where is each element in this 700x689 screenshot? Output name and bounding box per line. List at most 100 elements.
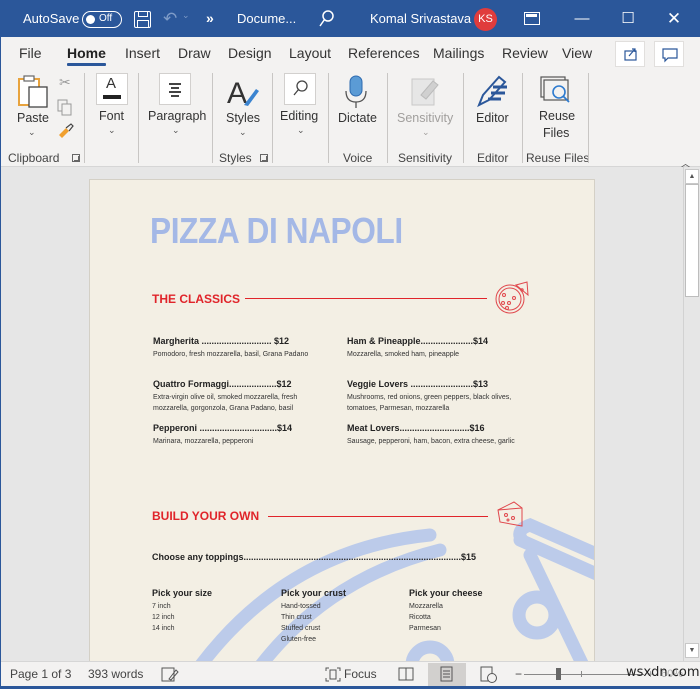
search-icon[interactable]	[319, 10, 335, 28]
tab-design[interactable]: Design	[228, 37, 272, 69]
styles-group-label: Styles	[219, 151, 252, 165]
menu-item-desc: Extra-virgin olive oil, smoked mozzarell…	[153, 394, 298, 412]
menu-item-desc: Marinara, mozzarella, pepperoni	[153, 438, 254, 445]
paste-dropdown-icon[interactable]: ⌄	[28, 127, 36, 138]
section-heading-classics: THE CLASSICS	[152, 292, 241, 306]
cheese-icon	[497, 501, 523, 527]
tab-file[interactable]: File	[19, 37, 42, 69]
menu-item-name: Meat Lovers............................$…	[347, 423, 485, 433]
tab-references[interactable]: References	[348, 37, 420, 69]
tab-home[interactable]: Home	[67, 37, 106, 69]
read-mode-button[interactable]	[387, 663, 425, 686]
menu-item-desc: Mozzarella, smoked ham, pineapple	[347, 351, 460, 358]
voice-group-label: Voice	[343, 151, 373, 165]
web-layout-button[interactable]	[469, 663, 507, 686]
document-canvas[interactable]: PIZZA DI NAPOLI THE CLASSICS Margherita …	[1, 167, 683, 661]
size-option: 14 inch	[152, 625, 175, 632]
share-button[interactable]	[615, 41, 645, 67]
editing-dropdown-icon: ⌄	[297, 125, 305, 135]
print-layout-icon	[440, 666, 453, 682]
zoom-out-button[interactable]: −	[515, 662, 522, 686]
size-options: 7 inch 12 inch 14 inch	[152, 601, 175, 634]
document-title[interactable]: Docume...	[237, 1, 296, 37]
proofing-icon[interactable]	[161, 667, 179, 682]
group-separator	[212, 73, 213, 163]
document-page[interactable]: PIZZA DI NAPOLI THE CLASSICS Margherita …	[89, 179, 595, 661]
svg-text:A: A	[227, 77, 247, 109]
format-painter-icon[interactable]	[57, 123, 75, 139]
ribbon-display-options-icon[interactable]	[524, 12, 540, 25]
paste-icon	[18, 75, 48, 108]
group-separator	[588, 73, 589, 163]
microphone-icon	[345, 75, 367, 108]
cheese-option: Mozzarella	[409, 603, 443, 610]
sensitivity-group-label: Sensitivity	[398, 151, 453, 165]
crust-heading: Pick your crust	[281, 588, 347, 598]
size-option: 7 inch	[152, 603, 171, 610]
title-bar: AutoSave Off ↶ ⌄ » Docume... Komal Sriva…	[1, 1, 700, 37]
group-separator	[522, 73, 523, 163]
cheese-option: Ricotta	[409, 614, 431, 621]
avatar[interactable]: KS	[474, 8, 497, 31]
cut-icon[interactable]: ✂	[59, 74, 71, 91]
cheese-options: Mozzarella Ricotta Parmesan	[409, 601, 443, 634]
styles-launcher-icon[interactable]	[260, 154, 268, 162]
scroll-down-button[interactable]: ▼	[685, 643, 699, 658]
autosave-state: Off	[99, 13, 113, 24]
editor-icon	[477, 75, 507, 108]
watermark: wsxdn.com	[626, 665, 700, 680]
undo-dropdown-icon[interactable]: ⌄	[182, 10, 190, 21]
word-count[interactable]: 393 words	[88, 662, 143, 686]
cheese-option: Parmesan	[409, 625, 441, 632]
tab-draw[interactable]: Draw	[178, 37, 211, 69]
reuse-files-label-2: Files	[543, 126, 570, 140]
more-commands-icon[interactable]: »	[206, 1, 214, 36]
tab-insert[interactable]: Insert	[125, 37, 160, 69]
copy-icon[interactable]	[57, 99, 73, 117]
group-separator	[463, 73, 464, 163]
font-label: Font	[99, 109, 125, 123]
font-dropdown-icon: ⌄	[108, 125, 116, 135]
find-icon	[293, 80, 308, 96]
group-separator	[138, 73, 139, 163]
reuse-files-label-1: Reuse	[539, 109, 576, 123]
editing-icon	[284, 73, 316, 105]
crust-option: Stuffed crust	[281, 625, 321, 632]
scroll-thumb[interactable]	[685, 184, 699, 297]
undo-icon[interactable]: ↶	[163, 7, 177, 31]
page-count[interactable]: Page 1 of 3	[10, 662, 71, 686]
reuse-files-icon	[540, 76, 570, 103]
editor-label: Editor	[476, 111, 509, 125]
zoom-slider-tick	[581, 671, 582, 677]
group-separator	[328, 73, 329, 163]
autosave-toggle[interactable]: Off	[82, 11, 122, 28]
print-layout-button[interactable]	[428, 663, 466, 686]
tab-layout[interactable]: Layout	[289, 37, 331, 69]
zoom-slider-thumb[interactable]	[556, 668, 561, 680]
toggle-knob	[86, 14, 95, 24]
sensitivity-icon	[411, 78, 439, 106]
tab-view[interactable]: View	[562, 37, 592, 69]
ribbon-tabs: File Home Insert Draw Design Layout Refe…	[1, 37, 700, 69]
size-heading: Pick your size	[152, 588, 213, 598]
web-layout-icon	[480, 666, 497, 683]
crust-option: Thin crust	[281, 614, 312, 621]
scroll-up-button[interactable]: ▲	[685, 169, 699, 184]
tab-review[interactable]: Review	[502, 37, 548, 69]
ribbon: Paste ⌄ ✂ Clipboard A Font ⌄ Paragraph ⌄…	[1, 69, 700, 170]
clipboard-launcher-icon[interactable]	[72, 154, 80, 162]
comments-button[interactable]	[654, 41, 684, 67]
crust-option: Hand-tossed	[281, 603, 321, 610]
tab-mailings[interactable]: Mailings	[433, 37, 484, 69]
styles-dropdown-icon: ⌄	[239, 127, 247, 137]
save-icon[interactable]	[134, 11, 151, 28]
close-button[interactable]: ✕	[651, 1, 697, 37]
maximize-button[interactable]: ☐	[605, 1, 651, 37]
user-name[interactable]: Komal Srivastava	[370, 1, 471, 37]
vertical-scrollbar[interactable]: ▲ ▼	[683, 167, 700, 661]
menu-item-name: Margherita ............................ …	[153, 336, 290, 346]
clipboard-group-label: Clipboard	[8, 151, 60, 165]
group-separator	[387, 73, 388, 163]
minimize-button[interactable]: —	[559, 1, 605, 37]
toppings-line: Choose any toppings.....................…	[152, 552, 477, 562]
